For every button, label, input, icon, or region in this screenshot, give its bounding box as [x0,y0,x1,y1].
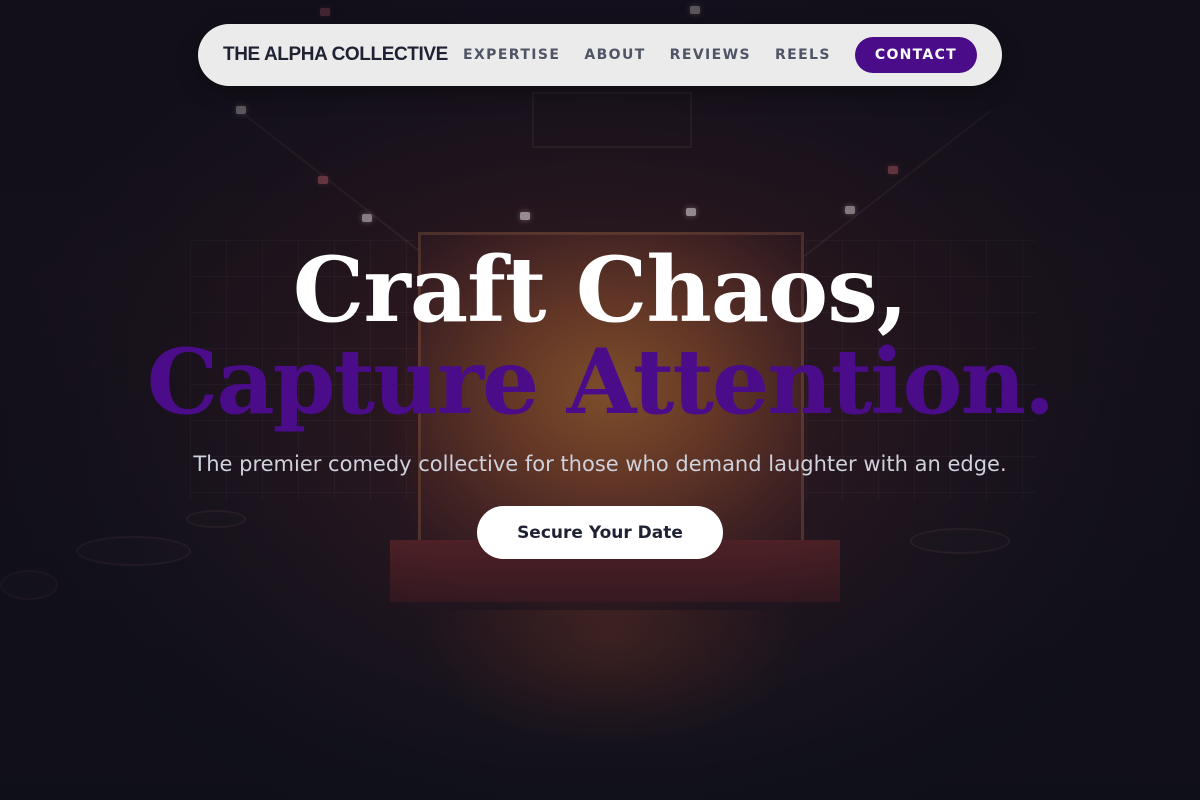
hero-headline-line-1: Craft Chaos, [292,237,908,343]
nav-link-reviews[interactable]: REVIEWS [670,47,751,63]
hero-headline: Craft Chaos, Capture Attention. [0,240,1200,430]
secure-date-button[interactable]: Secure Your Date [477,506,723,559]
nav-link-expertise[interactable]: EXPERTISE [463,47,560,63]
hero-section: Craft Chaos, Capture Attention. The prem… [0,240,1200,559]
nav-link-reels[interactable]: REELS [775,47,831,63]
brand-logo[interactable]: THE ALPHA COLLECTIVE [223,44,448,66]
hero-headline-line-2: Capture Attention. [146,329,1056,435]
contact-button[interactable]: CONTACT [854,37,977,73]
hero-subheadline: The premier comedy collective for those … [193,452,1007,476]
nav-links: EXPERTISE ABOUT REVIEWS REELS CONTACT [463,37,977,73]
navbar: THE ALPHA COLLECTIVE EXPERTISE ABOUT REV… [198,24,1002,86]
nav-link-about[interactable]: ABOUT [584,47,645,63]
